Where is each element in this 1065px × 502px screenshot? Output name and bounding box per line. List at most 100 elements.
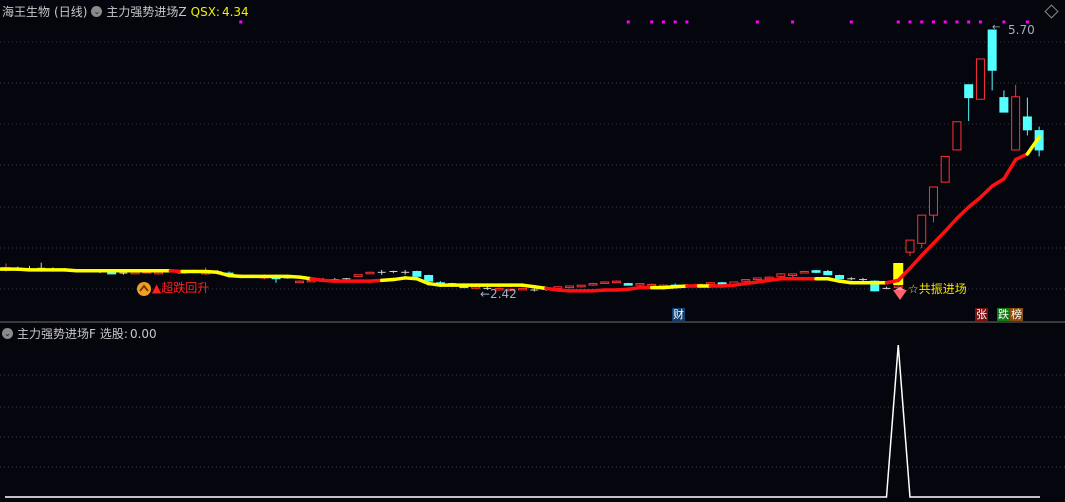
signal-dot [849,20,853,24]
candle-body [741,279,751,282]
signal-dots [239,20,1029,24]
indicator-line-segment [379,277,396,283]
candle-body [600,281,610,284]
candle-body [588,283,598,286]
fall-list-badge-1[interactable]: 跌 [997,308,1010,321]
fall-list-badge-2[interactable]: 榜 [1010,308,1023,321]
candle-body [999,97,1009,113]
indicator-line-segment [661,285,677,290]
candle-body [518,287,528,291]
lower-value-label: 选股: [99,327,128,341]
indicator-line-segment [626,285,642,291]
indicator-line-segment [732,281,748,287]
indicator-line-segment [368,278,384,283]
signal-dot [673,20,677,24]
candle-body [917,214,927,244]
indicator-line-segment [297,275,313,281]
candle-body [647,283,657,287]
indicator-line-segment [755,278,771,284]
chevron-down-circle-icon[interactable]: ⌄ [2,328,13,339]
low-price-label: ←2.42 [480,287,517,301]
indicator-line-segment [978,184,994,200]
indicator-line-segment [837,279,854,285]
rise-list-badge[interactable]: 张 [975,308,988,321]
candlesticks [1,29,1044,292]
candle-body [412,271,422,277]
signal-dot [978,20,982,24]
indicator-line-segment [520,283,537,289]
indicator-line-segment [426,281,443,287]
up-arrow-coin-icon [137,282,151,296]
indicator-line-segment [286,274,302,279]
signal-dot [908,20,912,24]
candle-body [705,282,715,285]
candle-body [928,186,938,216]
indicator-line-segment [919,241,936,258]
lower-indicator-name[interactable]: 主力强势进场F [17,325,96,342]
indicator-line-segment [884,278,900,285]
kline-chart[interactable] [0,0,1065,502]
indicator-line-segment [908,253,924,271]
candle-body [752,277,762,281]
candle-body [905,239,915,253]
candle-body [940,155,950,183]
signal-dot [920,20,924,24]
grid-lines [0,41,1065,468]
diamond-icon[interactable] [1044,4,1059,19]
indicator-name[interactable]: 主力强势进场Z [106,3,186,20]
indicator-line-segment [1013,152,1030,162]
candle-body [365,271,375,275]
indicator-line-segment [591,288,607,293]
indicator-line [0,135,1041,293]
signal-dot [896,20,900,24]
signal-dot [943,20,947,24]
indicator-line-segment [391,276,407,282]
upper-header: 海王生物 (日线) ⌄ 主力强势进场Z QSX: 4.34 [2,3,249,20]
indicator-line-segment [532,285,548,291]
candle-body [952,121,962,151]
lower-indicator [5,344,1040,498]
indicator-line-segment [673,284,689,289]
high-price-label: 5.70 [1008,23,1035,37]
indicator-line-segment [168,268,184,274]
finance-badge[interactable]: 财 [672,308,685,321]
indicator-line-segment [931,229,947,246]
indicator-value-label: QSX: [190,4,220,19]
indicator-line-segment [403,276,419,281]
candle-body [1022,116,1032,131]
candle-body [130,271,140,275]
signal-dot [650,20,654,24]
indicator-line-segment [955,205,971,221]
indicator-line-segment [1002,157,1018,181]
signal-dot [955,20,959,24]
candle-body [987,29,997,71]
signal-dot [791,20,795,24]
stock-name: 海王生物 [2,5,51,19]
indicator-line-segment [767,276,783,283]
candle-body [975,58,985,100]
candle-body [788,273,798,277]
candle-body [576,284,586,288]
candle-body [776,273,786,277]
candle-body [964,84,974,99]
candle-body [823,271,833,276]
oversold-rebound-label: ▲超跌回升 [152,281,210,295]
candle-body [623,283,633,286]
indicator-line-segment [203,269,220,275]
candle-body [154,271,164,275]
candle-body [565,285,575,289]
candle-body [835,275,845,280]
chevron-down-circle-icon[interactable]: ⌄ [91,6,103,17]
candle-body [295,280,304,284]
candle-body [353,274,363,277]
lower-header: ⌄ 主力强势进场F 选股: 0.00 [2,325,157,342]
signal-dot [1002,20,1006,24]
lower-value: 0.00 [129,326,157,341]
indicator-line-segment [743,280,760,286]
candle-body [611,280,621,284]
signal-dot [661,20,665,24]
signal-dot [626,20,630,24]
signal-dot [967,20,971,24]
signal-dot [755,20,759,24]
indicator-line-segment [943,216,959,233]
